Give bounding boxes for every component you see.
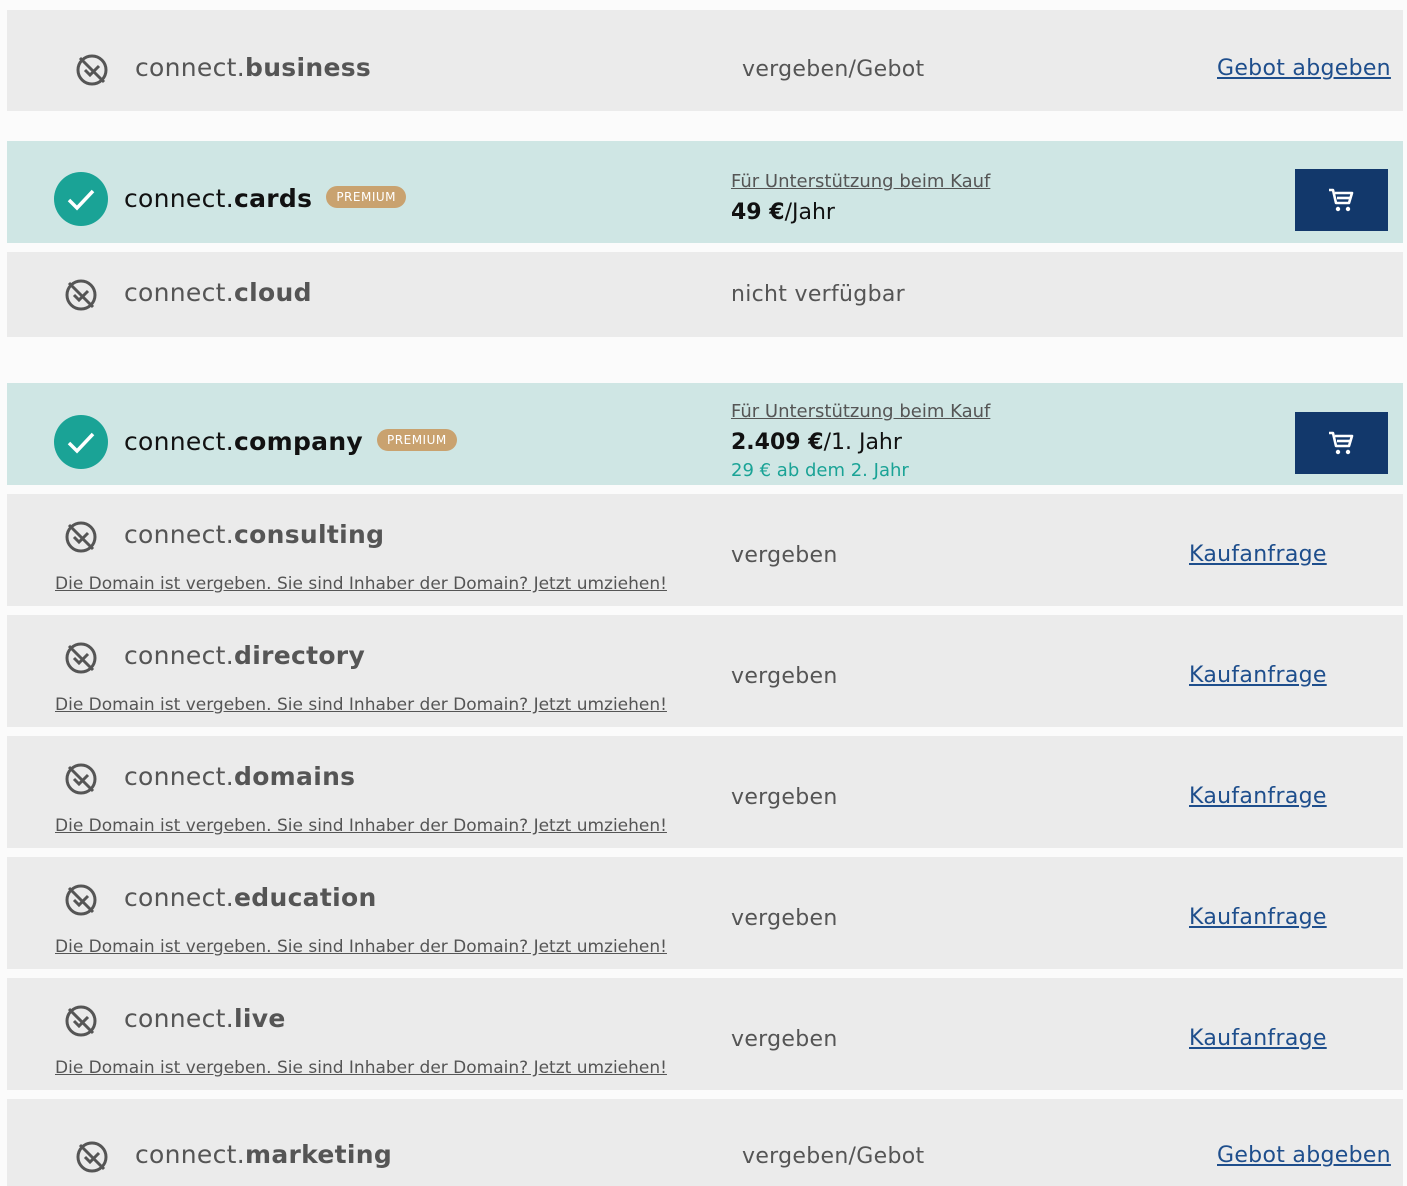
domain-tld: live [234,1004,286,1033]
price: 49 €/Jahr [731,200,835,225]
transfer-note-link[interactable]: Die Domain ist vergeben. Sie sind Inhabe… [55,574,667,594]
renewal-price: 29 € ab dem 2. Jahr [731,460,909,481]
status-text: nicht verfügbar [731,282,905,307]
unavailable-icon [65,279,97,311]
price-amount: 2.409 € [731,430,824,455]
domain-tld: cards [234,184,313,213]
status-text: vergeben/Gebot [742,1144,925,1169]
domain-prefix: connect. [124,883,235,912]
unavailable-icon [65,642,97,674]
status-text: vergeben [731,664,838,689]
transfer-note-link[interactable]: Die Domain ist vergeben. Sie sind Inhabe… [55,695,667,715]
unavailable-icon [65,521,97,553]
check-circle-icon [54,415,108,469]
status-text: vergeben [731,1027,838,1052]
domain-name: connect.cloud [124,278,312,307]
transfer-note-link[interactable]: Die Domain ist vergeben. Sie sind Inhabe… [55,937,667,957]
domain-tld: directory [234,641,366,670]
unavailable-icon [65,884,97,916]
add-to-cart-button[interactable] [1295,412,1388,474]
bid-link[interactable]: Gebot abgeben [1217,1143,1391,1168]
purchase-request-link[interactable]: Kaufanfrage [1189,905,1327,930]
status-text: vergeben [731,543,838,568]
unavailable-icon [65,763,97,795]
cart-icon [1329,431,1354,455]
premium-badge: PREMIUM [326,186,406,208]
domain-tld: education [234,883,377,912]
domain-prefix: connect. [124,1004,235,1033]
domain-row-consulting: connect.consulting Die Domain ist vergeb… [7,494,1403,606]
transfer-note-link[interactable]: Die Domain ist vergeben. Sie sind Inhabe… [55,816,667,836]
domain-prefix: connect. [135,53,246,82]
status-text: vergeben [731,906,838,931]
domain-tld: marketing [245,1140,393,1169]
purchase-request-link[interactable]: Kaufanfrage [1189,663,1327,688]
domain-name: connect.marketing [135,1140,392,1169]
unavailable-icon [76,54,108,86]
add-to-cart-button[interactable] [1295,169,1388,231]
domain-prefix: connect. [124,762,235,791]
domain-tld: cloud [234,278,312,307]
domain-row-business: connect.business vergeben/Gebot Gebot ab… [7,10,1403,111]
premium-badge: PREMIUM [377,429,457,451]
unavailable-icon [65,1005,97,1037]
purchase-request-link[interactable]: Kaufanfrage [1189,542,1327,567]
domain-prefix: connect. [124,278,235,307]
transfer-note-link[interactable]: Die Domain ist vergeben. Sie sind Inhabe… [55,1058,667,1078]
domain-prefix: connect. [135,1140,246,1169]
unavailable-icon [76,1141,108,1173]
domain-tld: domains [234,762,356,791]
price-amount: 49 € [731,200,785,225]
domain-name: connect.live [124,1004,286,1033]
status-text: vergeben/Gebot [742,57,925,82]
domain-row-domains: connect.domains Die Domain ist vergeben.… [7,736,1403,848]
domain-name: connect.directory [124,641,365,670]
domain-row-education: connect.education Die Domain ist vergebe… [7,857,1403,969]
domain-row-marketing: connect.marketing vergeben/Gebot Gebot a… [7,1099,1403,1186]
bid-link[interactable]: Gebot abgeben [1217,56,1391,81]
check-circle-icon [54,172,108,226]
domain-tld: business [245,53,372,82]
purchase-request-link[interactable]: Kaufanfrage [1189,1026,1327,1051]
domain-row-company: connect.company PREMIUM Für Unterstützung… [7,383,1403,485]
domain-name: connect.company PREMIUM [124,427,457,456]
domain-tld: company [234,427,364,456]
domain-prefix: connect. [124,184,235,213]
support-link[interactable]: Für Unterstützung beim Kauf [731,401,990,422]
domain-name: connect.domains [124,762,355,791]
purchase-request-link[interactable]: Kaufanfrage [1189,784,1327,809]
domain-row-cards: connect.cards PREMIUM Für Unterstützung b… [7,141,1403,243]
price: 2.409 €/1. Jahr [731,430,902,455]
cart-icon [1329,188,1354,212]
status-text: vergeben [731,785,838,810]
domain-name: connect.business [135,53,371,82]
domain-prefix: connect. [124,641,235,670]
domain-name: connect.consulting [124,520,384,549]
domain-prefix: connect. [124,520,235,549]
domain-row-directory: connect.directory Die Domain ist vergebe… [7,615,1403,727]
support-link[interactable]: Für Unterstützung beim Kauf [731,171,990,192]
price-period: /Jahr [784,200,835,225]
domain-name: connect.education [124,883,377,912]
domain-tld: consulting [234,520,385,549]
price-period: /1. Jahr [823,430,902,455]
domain-row-cloud: connect.cloud nicht verfügbar [7,252,1403,337]
domain-prefix: connect. [124,427,235,456]
domain-name: connect.cards PREMIUM [124,184,406,213]
domain-row-live: connect.live Die Domain ist vergeben. Si… [7,978,1403,1090]
